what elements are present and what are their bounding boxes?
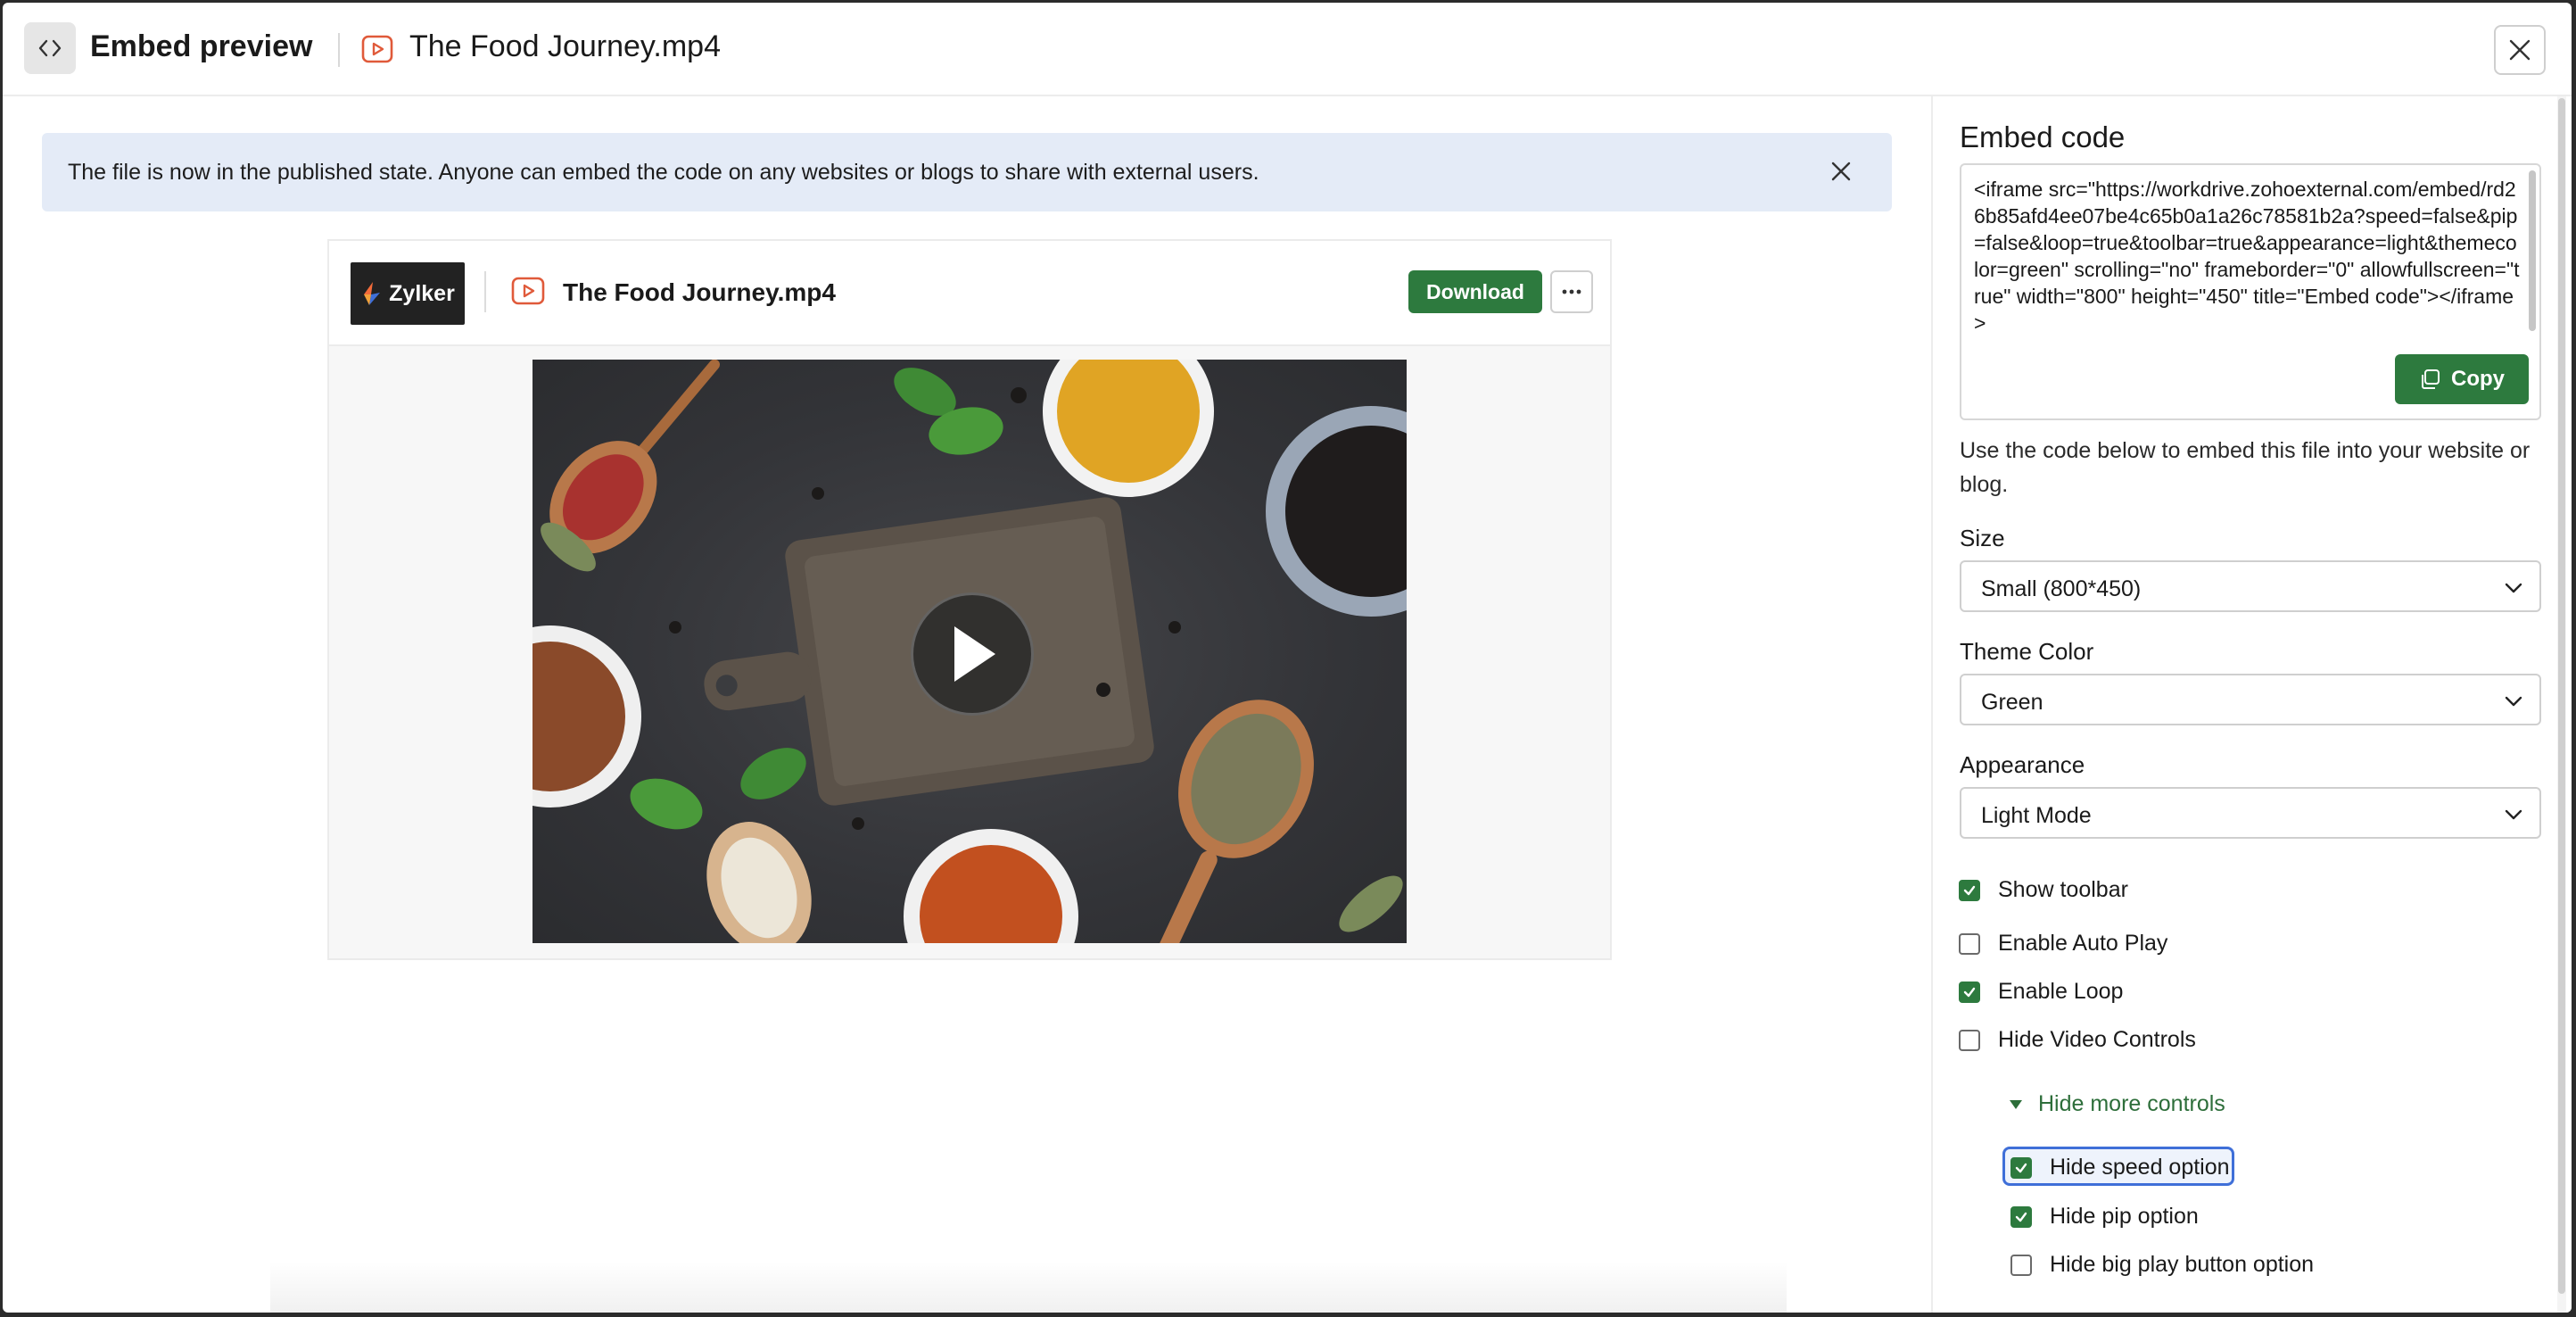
video-player[interactable] — [533, 360, 1407, 943]
chevron-down-icon — [2505, 583, 2522, 593]
hide-pip-checkbox[interactable] — [2010, 1205, 2032, 1228]
embed-preview-dialog: Embed preview The Food Journey.mp4 The f… — [3, 3, 2572, 1313]
hide-speed-label: Hide speed option — [2050, 1155, 2230, 1180]
size-select[interactable]: Small (800*450) — [1960, 560, 2541, 612]
copy-icon — [2422, 369, 2440, 389]
auto-play-label: Enable Auto Play — [1998, 931, 2168, 956]
banner-close-icon[interactable] — [1829, 160, 1853, 183]
check-icon — [2015, 1212, 2027, 1222]
code-toggle-button[interactable] — [24, 22, 76, 74]
video-file-icon — [511, 277, 545, 305]
preview-toolbar: Zylker The Food Journey.mp4 Download — [329, 241, 1610, 346]
close-icon — [2509, 39, 2531, 61]
hide-big-play-option[interactable]: Hide big play button option — [2010, 1252, 2314, 1278]
play-icon — [954, 626, 995, 682]
embed-code-heading: Embed code — [1960, 120, 2126, 153]
size-label: Size — [1960, 525, 2005, 551]
appearance-value: Light Mode — [1981, 803, 2092, 828]
copy-button[interactable]: Copy — [2395, 354, 2529, 404]
embed-settings-panel: Embed code <iframe src="https://workdriv… — [1931, 96, 2572, 1313]
chevron-down-icon — [2505, 809, 2522, 820]
chevron-down-icon — [2505, 696, 2522, 707]
dialog-header: Embed preview The Food Journey.mp4 — [3, 3, 2572, 96]
appearance-label: Appearance — [1960, 751, 2085, 778]
zylker-logo: Zylker — [351, 262, 465, 325]
more-options-button[interactable] — [1550, 270, 1593, 313]
logo-text: Zylker — [389, 280, 455, 306]
caret-down-icon — [2010, 1099, 2022, 1109]
hide-more-controls-label: Hide more controls — [2038, 1091, 2225, 1116]
helper-text: Use the code below to embed this file in… — [1960, 438, 2531, 497]
appearance-select[interactable]: Light Mode — [1960, 787, 2541, 839]
bottom-shadow — [270, 1261, 1787, 1313]
show-toolbar-checkbox[interactable] — [1959, 879, 1980, 901]
hide-speed-option[interactable]: Hide speed option — [2010, 1155, 2230, 1180]
show-toolbar-label: Show toolbar — [1998, 877, 2128, 902]
preview-divider — [484, 271, 486, 312]
header-divider — [338, 33, 340, 67]
panel-scrollbar-thumb[interactable] — [2558, 98, 2565, 1294]
hide-video-controls-checkbox[interactable] — [1959, 1029, 1980, 1051]
copy-label: Copy — [2451, 367, 2505, 391]
auto-play-checkbox[interactable] — [1959, 932, 1980, 955]
hide-big-play-label: Hide big play button option — [2050, 1252, 2315, 1277]
loop-option[interactable]: Enable Loop — [1959, 979, 2123, 1005]
hide-video-controls-option[interactable]: Hide Video Controls — [1959, 1027, 2196, 1053]
more-dots-icon — [1562, 289, 1581, 294]
published-banner: The file is now in the published state. … — [42, 133, 1892, 211]
panel-scrollbar[interactable] — [2557, 96, 2566, 1313]
close-button[interactable] — [2494, 25, 2546, 75]
show-toolbar-option[interactable]: Show toolbar — [1959, 877, 2128, 903]
embed-preview-card: Zylker The Food Journey.mp4 Download — [327, 239, 1612, 960]
theme-color-value: Green — [1981, 690, 2043, 715]
video-file-icon — [361, 35, 393, 63]
code-scrollbar[interactable] — [2529, 170, 2536, 331]
check-icon — [2015, 1163, 2027, 1172]
hide-video-controls-label: Hide Video Controls — [1998, 1027, 2196, 1052]
embed-code-box[interactable]: <iframe src="https://workdrive.zohoexter… — [1960, 163, 2541, 420]
loop-label: Enable Loop — [1998, 979, 2124, 1004]
auto-play-option[interactable]: Enable Auto Play — [1959, 931, 2167, 957]
check-icon — [1963, 987, 1976, 997]
play-button[interactable] — [911, 592, 1034, 716]
preview-filename: The Food Journey.mp4 — [563, 278, 836, 306]
page-title: Embed preview — [90, 29, 313, 63]
check-icon — [1963, 885, 1976, 895]
hide-pip-label: Hide pip option — [2050, 1204, 2199, 1229]
header-filename: The Food Journey.mp4 — [409, 29, 721, 63]
embed-code-text[interactable]: <iframe src="https://workdrive.zohoexter… — [1974, 176, 2520, 344]
banner-text: The file is now in the published state. … — [68, 160, 1259, 185]
download-button[interactable]: Download — [1408, 270, 1542, 313]
theme-color-label: Theme Color — [1960, 638, 2094, 665]
hide-more-controls-toggle[interactable]: Hide more controls — [2008, 1091, 2225, 1117]
hide-pip-option[interactable]: Hide pip option — [2010, 1204, 2199, 1230]
hide-big-play-checkbox[interactable] — [2010, 1254, 2032, 1276]
hide-speed-checkbox[interactable] — [2010, 1156, 2032, 1179]
size-value: Small (800*450) — [1981, 576, 2142, 601]
zylker-logo-mark-icon — [364, 282, 381, 305]
code-icon — [38, 39, 62, 57]
theme-color-select[interactable]: Green — [1960, 674, 2541, 725]
loop-checkbox[interactable] — [1959, 981, 1980, 1003]
